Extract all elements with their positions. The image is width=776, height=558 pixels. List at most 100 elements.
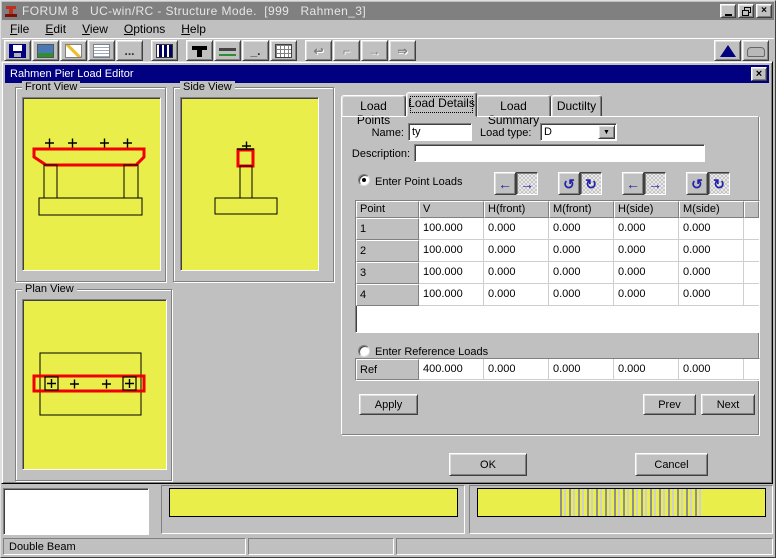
front-view-canvas	[22, 97, 161, 271]
toolbar-button-redo[interactable]: ⇒	[389, 40, 416, 61]
toolbar-button-scene[interactable]	[32, 40, 59, 61]
toolbar-button-undo[interactable]: ↩	[305, 40, 332, 61]
table-cell[interactable]: 0.000	[614, 262, 679, 284]
table-cell[interactable]: 400.000	[419, 359, 484, 380]
load-type-dropdown-button[interactable]: ▼	[598, 125, 615, 139]
toolbar-button-terrain[interactable]	[714, 40, 741, 61]
rebar-pattern	[560, 489, 702, 516]
toolbar-button-select[interactable]: ⌐	[333, 40, 360, 61]
table-cell[interactable]: 0.000	[484, 359, 549, 380]
table-cell[interactable]: 0.000	[549, 284, 614, 306]
table-cell[interactable]: 100.000	[419, 218, 484, 240]
menu-item-help[interactable]: Help	[173, 21, 214, 37]
sketch-icon	[65, 44, 82, 58]
table-cell[interactable]: 0.000	[484, 262, 549, 284]
background-view-frame-right	[469, 485, 773, 534]
rotate-cw-icon: ↻	[585, 177, 597, 191]
row-header-cell: 1	[356, 218, 419, 240]
table-header-cell: M(side)	[679, 201, 744, 218]
rotate-ccw-button[interactable]: ↺	[686, 172, 708, 195]
table-cell[interactable]: 0.000	[484, 218, 549, 240]
toolbar-button-save[interactable]	[4, 40, 31, 61]
arrow-left-button[interactable]: ←	[494, 172, 516, 195]
table-cell[interactable]: 0.000	[549, 240, 614, 262]
menu-item-view[interactable]: View	[74, 21, 116, 37]
table-cell[interactable]: 0.000	[549, 359, 614, 380]
load-type-combobox[interactable]: D ▼	[540, 123, 617, 141]
toolbar-button-sketch[interactable]	[60, 40, 87, 61]
table-cell[interactable]: 0.000	[679, 359, 744, 380]
table-cell[interactable]: 0.000	[484, 240, 549, 262]
tab-load-points[interactable]: Load Points	[341, 95, 406, 117]
table-cell[interactable]: 0.000	[614, 240, 679, 262]
table-cell[interactable]: 0.000	[679, 218, 744, 240]
table-cell[interactable]: 100.000	[419, 240, 484, 262]
table-header-cell: V	[419, 201, 484, 218]
next-button[interactable]: Next	[701, 394, 755, 415]
menu-item-options[interactable]: Options	[116, 21, 173, 37]
load-type-value: D	[544, 126, 552, 138]
restore-button[interactable]	[738, 4, 754, 18]
enter-reference-loads-label: Enter Reference Loads	[375, 346, 488, 358]
tab-load-details[interactable]: Load Details	[406, 92, 477, 117]
minimize-button[interactable]	[720, 4, 736, 18]
row-header-cell: 3	[356, 262, 419, 284]
table-cell[interactable]: 100.000	[419, 262, 484, 284]
table-header-filler	[744, 201, 759, 218]
close-window-button[interactable]: ×	[756, 4, 772, 18]
direction-toggle-pair-2: ←→	[622, 172, 666, 195]
application-window: FORUM 8 UC-win/RC - Structure Mode. [999…	[0, 0, 776, 558]
table-cell[interactable]: 0.000	[679, 262, 744, 284]
table-cell[interactable]: 0.000	[614, 218, 679, 240]
dialog-close-button[interactable]: ×	[751, 67, 767, 81]
menu-item-file[interactable]: File	[2, 21, 37, 37]
arrow-right-icon: →	[520, 177, 534, 191]
toolbar-button-bridge[interactable]	[214, 40, 241, 61]
toolbar: ... _. ↩⌐ → ⇒	[2, 38, 774, 61]
enter-point-loads-radio[interactable]	[358, 174, 370, 186]
toolbar-button-forward[interactable]: →	[361, 40, 388, 61]
menu-item-edit[interactable]: Edit	[37, 21, 74, 37]
cancel-button[interactable]: Cancel	[635, 453, 708, 476]
tab-load-summary[interactable]: Load Summary	[476, 95, 551, 117]
toolbar-button-section[interactable]	[151, 40, 178, 61]
table-cell[interactable]: 100.000	[419, 284, 484, 306]
toolbar-button-pier[interactable]	[186, 40, 213, 61]
enter-reference-loads-radio[interactable]	[358, 345, 370, 357]
table-cell[interactable]: 0.000	[549, 218, 614, 240]
side-view-drawing	[181, 98, 316, 268]
description-input[interactable]	[414, 144, 705, 162]
prev-button[interactable]: Prev	[643, 394, 696, 415]
direction-toggle-pair-0: ←→	[494, 172, 538, 195]
ok-button[interactable]: OK	[449, 453, 527, 476]
table-cell[interactable]: 0.000	[484, 284, 549, 306]
toolbar-button-vehicle[interactable]	[742, 40, 769, 61]
table-cell[interactable]: 0.000	[679, 284, 744, 306]
rotate-ccw-button[interactable]: ↺	[558, 172, 580, 195]
load-details-tab-panel: Name: Load type: D ▼ Description: Enter …	[341, 116, 759, 435]
section-icon	[156, 44, 173, 58]
apply-button[interactable]: Apply	[359, 394, 418, 415]
table-cell[interactable]: 0.000	[614, 359, 679, 380]
toolbar-button-grid[interactable]	[270, 40, 297, 61]
arrow-left-icon: ←	[498, 177, 512, 191]
tab-ductilty[interactable]: Ductilty	[551, 95, 602, 117]
rotate-cw-button[interactable]: ↻	[580, 172, 602, 195]
toolbar-button-baseline[interactable]: _.	[242, 40, 269, 61]
arrow-left-button[interactable]: ←	[622, 172, 644, 195]
toolbar-button-more[interactable]: ...	[116, 40, 143, 61]
row-header-cell: 4	[356, 284, 419, 306]
table-cell-filler	[744, 240, 759, 262]
table-cell[interactable]: 0.000	[549, 262, 614, 284]
name-input[interactable]	[408, 123, 472, 141]
grid-icon	[275, 44, 292, 58]
table-cell[interactable]: 0.000	[679, 240, 744, 262]
arrow-right-button[interactable]: →	[644, 172, 666, 195]
rotate-cw-button[interactable]: ↻	[708, 172, 730, 195]
arrow-right-button[interactable]: →	[516, 172, 538, 195]
forward-icon: →	[369, 45, 381, 57]
toolbar-button-document[interactable]	[88, 40, 115, 61]
table-cell[interactable]: 0.000	[614, 284, 679, 306]
table-cell-filler	[744, 218, 759, 240]
plan-view-drawing	[23, 300, 164, 467]
